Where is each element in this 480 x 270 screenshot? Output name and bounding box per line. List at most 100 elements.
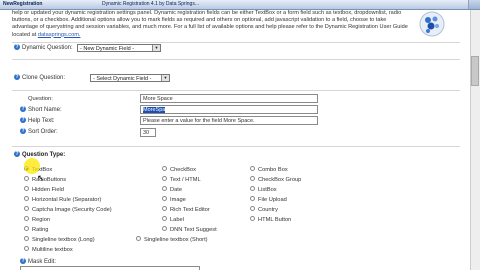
- radio-button[interactable]: [162, 186, 167, 191]
- radio-option[interactable]: Text / HTML: [162, 176, 201, 184]
- dynamic-question-select[interactable]: - New Dynamic Field - ▼: [77, 44, 161, 52]
- radio-option[interactable]: Country: [250, 206, 278, 214]
- option-label: Combo Box: [258, 167, 288, 173]
- option-label: Label: [170, 217, 184, 223]
- radio-option[interactable]: Hidden Field: [24, 186, 64, 194]
- radio-option[interactable]: Rich Text Editor: [162, 206, 210, 214]
- short-name-value: MoreSpa: [143, 107, 166, 113]
- scrollbar[interactable]: [470, 10, 480, 270]
- help-text-row: ? Help Text:: [20, 117, 55, 125]
- radio-button[interactable]: [136, 236, 141, 241]
- radio-button[interactable]: [24, 226, 29, 231]
- radio-button[interactable]: [24, 246, 29, 251]
- clone-question-label: Clone Question:: [22, 75, 66, 81]
- radio-button[interactable]: [250, 196, 255, 201]
- radio-option[interactable]: Combo Box: [250, 166, 288, 174]
- radio-button[interactable]: [162, 176, 167, 181]
- radio-button[interactable]: [250, 176, 255, 181]
- radio-option[interactable]: Label: [162, 216, 184, 224]
- help-icon[interactable]: ?: [20, 128, 26, 135]
- intro-text: help or updated your dynamic registratio…: [12, 10, 410, 40]
- data-springs-logo-icon: [419, 11, 445, 37]
- option-label: Singleline textbox (Short): [144, 237, 208, 243]
- radio-option[interactable]: Singleline textbox (Long): [24, 236, 95, 244]
- radio-button[interactable]: [162, 206, 167, 211]
- help-icon[interactable]: ?: [14, 74, 20, 81]
- option-label: Date: [170, 187, 183, 193]
- help-icon[interactable]: ?: [20, 258, 26, 265]
- tab-new-registration[interactable]: NewRegistration: [0, 0, 102, 9]
- question-type-heading: Question Type:: [22, 152, 66, 158]
- option-label: File Upload: [258, 197, 287, 203]
- browser-tab-bar: NewRegistration Dynamic Registration 4.1…: [0, 0, 480, 10]
- short-name-input[interactable]: MoreSpa: [140, 105, 318, 114]
- clone-question-row: ? Clone Question:: [14, 74, 65, 82]
- radio-button[interactable]: [162, 226, 167, 231]
- chevron-down-icon[interactable]: ▼: [152, 45, 160, 51]
- radio-option[interactable]: File Upload: [250, 196, 287, 204]
- option-label: Country: [258, 207, 278, 213]
- option-label: Rich Text Editor: [170, 207, 210, 213]
- tab-blank-1[interactable]: [236, 0, 358, 9]
- option-label: HTML Button: [258, 217, 292, 223]
- mask-edit-input[interactable]: [20, 266, 200, 270]
- option-label: ListBox: [258, 187, 277, 193]
- help-icon[interactable]: ?: [20, 117, 26, 124]
- dynamic-question-row: ? Dynamic Question:: [14, 44, 73, 52]
- clone-question-value: - Select Dynamic Field -: [93, 76, 152, 82]
- mask-edit-row: ? Mask Edit:: [20, 258, 56, 266]
- question-type-row: ? Question Type:: [14, 151, 65, 159]
- question-input[interactable]: More Space: [140, 94, 318, 103]
- radio-option[interactable]: DNN Text Suggest: [162, 226, 217, 234]
- radio-option[interactable]: CheckBox Group: [250, 176, 301, 184]
- radio-button[interactable]: [24, 196, 29, 201]
- radio-option[interactable]: Rating: [24, 226, 48, 234]
- divider: [12, 146, 460, 147]
- help-icon[interactable]: ?: [14, 151, 20, 158]
- radio-button[interactable]: [24, 236, 29, 241]
- radio-button[interactable]: [162, 166, 167, 171]
- option-label: Rating: [32, 227, 49, 233]
- radio-button[interactable]: [250, 186, 255, 191]
- dynamic-question-label: Dynamic Question:: [22, 45, 73, 51]
- tab-dynamic-registration[interactable]: Dynamic Registration 4.1 by Data Springs…: [99, 0, 239, 9]
- radio-button[interactable]: [24, 176, 29, 181]
- sort-order-label: Sort Order:: [28, 129, 58, 135]
- radio-button[interactable]: [250, 166, 255, 171]
- option-label: Captcha Image (Security Code): [32, 207, 112, 213]
- radio-button[interactable]: [24, 216, 29, 221]
- radio-option[interactable]: Image: [162, 196, 186, 204]
- radio-button[interactable]: [162, 216, 167, 221]
- radio-button[interactable]: [24, 186, 29, 191]
- tab-blank-2[interactable]: [355, 0, 469, 9]
- radio-option[interactable]: CheckBox: [162, 166, 196, 174]
- divider: [12, 42, 460, 43]
- sort-order-row: ? Sort Order:: [20, 128, 58, 136]
- option-label: Image: [170, 197, 186, 203]
- option-label: Hidden Field: [32, 187, 64, 193]
- datasprings-link[interactable]: datasprings.com.: [38, 32, 81, 38]
- help-icon[interactable]: ?: [20, 106, 26, 113]
- radio-button[interactable]: [250, 216, 255, 221]
- help-text-input[interactable]: Please enter a value for the field More …: [140, 116, 318, 125]
- page-content: help or updated your dynamic registratio…: [0, 10, 470, 270]
- radio-option[interactable]: Multiline textbox: [24, 246, 73, 254]
- radio-button[interactable]: [162, 196, 167, 201]
- sort-order-input[interactable]: 30: [140, 128, 156, 137]
- help-icon[interactable]: ?: [14, 44, 20, 51]
- clone-question-select[interactable]: - Select Dynamic Field - ▼: [90, 74, 170, 82]
- radio-option[interactable]: Captcha Image (Security Code): [24, 206, 112, 214]
- radio-option[interactable]: Region: [24, 216, 50, 224]
- radio-button[interactable]: [250, 206, 255, 211]
- radio-option[interactable]: Date: [162, 186, 182, 194]
- radio-option[interactable]: Singleline textbox (Short): [136, 236, 208, 244]
- chevron-down-icon[interactable]: ▼: [161, 75, 169, 81]
- scrollbar-thumb[interactable]: [471, 56, 479, 86]
- radio-option[interactable]: RadioButtons: [24, 176, 66, 184]
- radio-option[interactable]: HTML Button: [250, 216, 291, 224]
- option-label: CheckBox: [170, 167, 196, 173]
- option-label: Region: [32, 217, 51, 223]
- radio-option[interactable]: Horizontal Rule (Separator): [24, 196, 101, 204]
- radio-button[interactable]: [24, 206, 29, 211]
- radio-option[interactable]: ListBox: [250, 186, 277, 194]
